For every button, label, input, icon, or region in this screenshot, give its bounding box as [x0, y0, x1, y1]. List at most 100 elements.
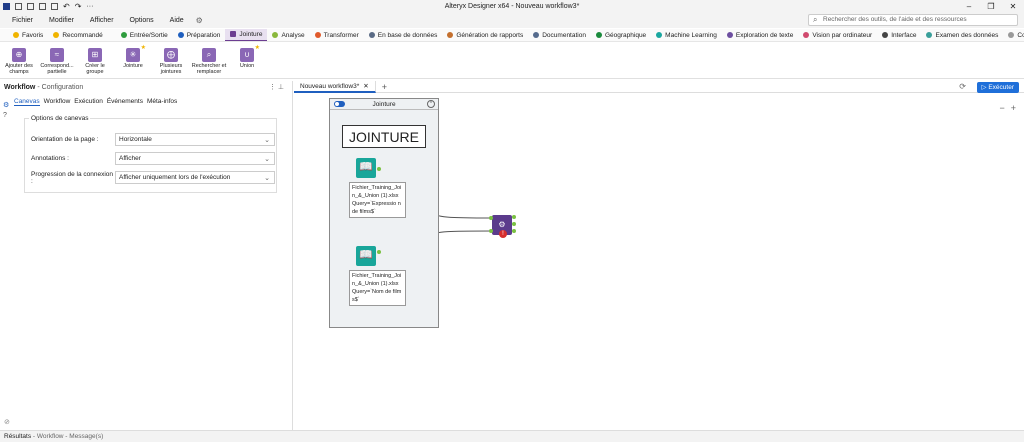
category-icon	[656, 32, 663, 38]
category-documentation[interactable]: Documentation	[528, 29, 591, 41]
progress-select[interactable]: Afficher uniquement lors de l'exécution ⌄	[115, 171, 275, 184]
output-anchor-2[interactable]	[377, 250, 381, 254]
tool-container[interactable]: Jointure ⌃ JOINTURE 📖 Fichier_Training_J…	[329, 98, 439, 328]
join-right-anchor[interactable]	[489, 229, 493, 233]
maximize-icon[interactable]: ❐	[980, 0, 1002, 13]
tool-ajouter-des-champs[interactable]: ⊕ Ajouter des champs	[0, 48, 38, 75]
category-icon	[53, 32, 60, 38]
container-title: Jointure	[372, 100, 396, 108]
join-r-output-anchor[interactable]	[512, 229, 516, 233]
input-data-tool-2[interactable]: 📖	[356, 246, 376, 266]
chevron-down-icon: ⌄	[264, 174, 270, 182]
category-vision-par-ordinateur[interactable]: Vision par ordinateur	[798, 29, 877, 41]
collapse-icon[interactable]: ⌃	[427, 100, 435, 108]
category-icon	[230, 31, 237, 37]
settings-icon[interactable]: ⚙	[196, 16, 203, 25]
category-g-n-ration-de-rapports[interactable]: Génération de rapports	[442, 29, 528, 41]
workflow-canvas[interactable]: Nouveau workflow3* ✕ + ⟳ ▷ Exécuter − + …	[294, 80, 1024, 430]
category-g-ographique[interactable]: Géographique	[591, 29, 651, 41]
output-anchor-1[interactable]	[377, 167, 381, 171]
tab-workflow[interactable]: Workflow	[44, 98, 71, 106]
join-l-output-anchor[interactable]	[512, 215, 516, 219]
menu-bar: Fichier Modifier Afficher Options Aide ⚙…	[0, 13, 1024, 28]
tab-meta-infos[interactable]: Méta-infos	[147, 98, 177, 106]
category-conne[interactable]: Conne	[1003, 29, 1024, 41]
category-en-base-de-donn-es[interactable]: En base de données	[364, 29, 443, 41]
category-icon	[882, 32, 889, 38]
tool-palette: ⊕ Ajouter des champs ≈ Correspond... partie…	[0, 43, 1024, 79]
menu-aide[interactable]: Aide	[170, 17, 184, 24]
category-icon	[803, 32, 810, 38]
category-jointure[interactable]: Jointure	[225, 29, 268, 41]
comment-box[interactable]: JOINTURE	[342, 125, 426, 148]
input-data-tool-1[interactable]: 📖	[356, 158, 376, 178]
tool-plusieurs-jointures[interactable]: ⨁ Plusieurs jointures	[152, 48, 190, 75]
tool-category-bar: Favoris Recommandé Entrée/Sortie Préparatio…	[0, 29, 1024, 42]
search-input[interactable]: ⌕ Rechercher des outils, de l'aide et de…	[808, 14, 1018, 26]
menu-afficher[interactable]: Afficher	[90, 17, 114, 24]
close-icon[interactable]: ✕	[1002, 0, 1024, 13]
help-icon[interactable]: ?	[3, 112, 7, 119]
minimize-icon[interactable]: –	[958, 0, 980, 13]
category-icon	[272, 32, 279, 38]
menu-fichier[interactable]: Fichier	[12, 17, 33, 24]
book-icon: 📖	[359, 249, 373, 261]
menu-options[interactable]: Options	[130, 17, 154, 24]
tool-icon: ✳	[126, 48, 140, 62]
category-pr-paration[interactable]: Préparation	[173, 29, 226, 41]
tab-canevas[interactable]: Canevas	[14, 98, 40, 106]
category-machine-learning[interactable]: Machine Learning	[651, 29, 722, 41]
chevron-down-icon: ⌄	[264, 136, 270, 144]
tool-icon: ∪	[240, 48, 254, 62]
join-left-anchor[interactable]	[489, 216, 493, 220]
container-toggle[interactable]	[334, 101, 345, 107]
tool-icon: ⨁	[164, 48, 178, 62]
category-exploration-de-texte[interactable]: Exploration de texte	[722, 29, 798, 41]
tool-icon: ⊞	[88, 48, 102, 62]
star-icon: ★	[140, 45, 146, 51]
category-analyse[interactable]: Analyse	[267, 29, 309, 41]
results-subtitle: - Workflow - Message(s)	[32, 433, 104, 440]
category-examen-des-donn-es[interactable]: Examen des données	[921, 29, 1003, 41]
chevron-down-icon: ⌄	[264, 155, 270, 163]
tool-jointure[interactable]: ✳ Jointure ★	[114, 45, 152, 69]
tool-union[interactable]: ∪ Union ★	[228, 45, 266, 69]
input1-annotation: Fichier_Training_Join_&_Union (1).xlsx Q…	[349, 182, 406, 218]
menu-modifier[interactable]: Modifier	[49, 17, 74, 24]
results-bar[interactable]: Résultats - Workflow - Message(s)	[0, 430, 1024, 442]
annotations-label: Annotations :	[31, 155, 69, 162]
progress-row: Progression de la connexion : Afficher u…	[31, 170, 275, 185]
category-icon	[926, 32, 933, 38]
join-j-output-anchor[interactable]	[512, 222, 516, 226]
category-recommand-[interactable]: Recommandé	[48, 29, 107, 41]
orientation-select[interactable]: Horizontale ⌄	[115, 133, 275, 146]
tool-cr-er-le-groupe[interactable]: ⊞ Créer le groupe	[76, 48, 114, 75]
category-icon	[177, 32, 184, 38]
tool-icon: ≈	[50, 48, 64, 62]
config-title: Workflow	[4, 84, 36, 91]
history-icon[interactable]: ⊘	[4, 418, 10, 426]
config-subtitle: - Configuration	[37, 84, 84, 91]
category-interface[interactable]: Interface	[877, 29, 921, 41]
progress-label: Progression de la connexion :	[31, 170, 114, 185]
category-icon	[13, 32, 19, 38]
results-title: Résultats	[4, 433, 32, 440]
group-title: Options de canevas	[29, 115, 91, 122]
tool-rechercher-et-remplacer[interactable]: ⌕ Rechercher et remplacer	[190, 48, 228, 75]
category-icon	[533, 32, 540, 38]
input2-annotation: Fichier_Training_Join_&_Union (1).xlsx Q…	[349, 270, 406, 306]
gear-icon[interactable]: ⚙	[3, 101, 9, 109]
category-favoris[interactable]: Favoris	[8, 29, 48, 41]
orientation-row: Orientation de la page : Horizontale ⌄	[31, 133, 275, 146]
tool-correspond-partielle[interactable]: ≈ Correspond... partielle	[38, 48, 76, 75]
category-icon	[595, 32, 602, 38]
panel-controls[interactable]: ⋮ ⊥	[269, 83, 284, 91]
tab-execution[interactable]: Exécution	[74, 98, 103, 106]
category-transformer[interactable]: Transformer	[310, 29, 364, 41]
tool-icon: ⌕	[202, 48, 216, 62]
annotations-select[interactable]: Afficher ⌄	[115, 152, 275, 165]
category-entr-e-sortie[interactable]: Entrée/Sortie	[116, 29, 173, 41]
book-icon: 📖	[359, 161, 373, 173]
tab-evenements[interactable]: Événements	[107, 98, 143, 106]
config-tabs: Canevas Workflow Exécution Événements Mé…	[14, 98, 177, 106]
